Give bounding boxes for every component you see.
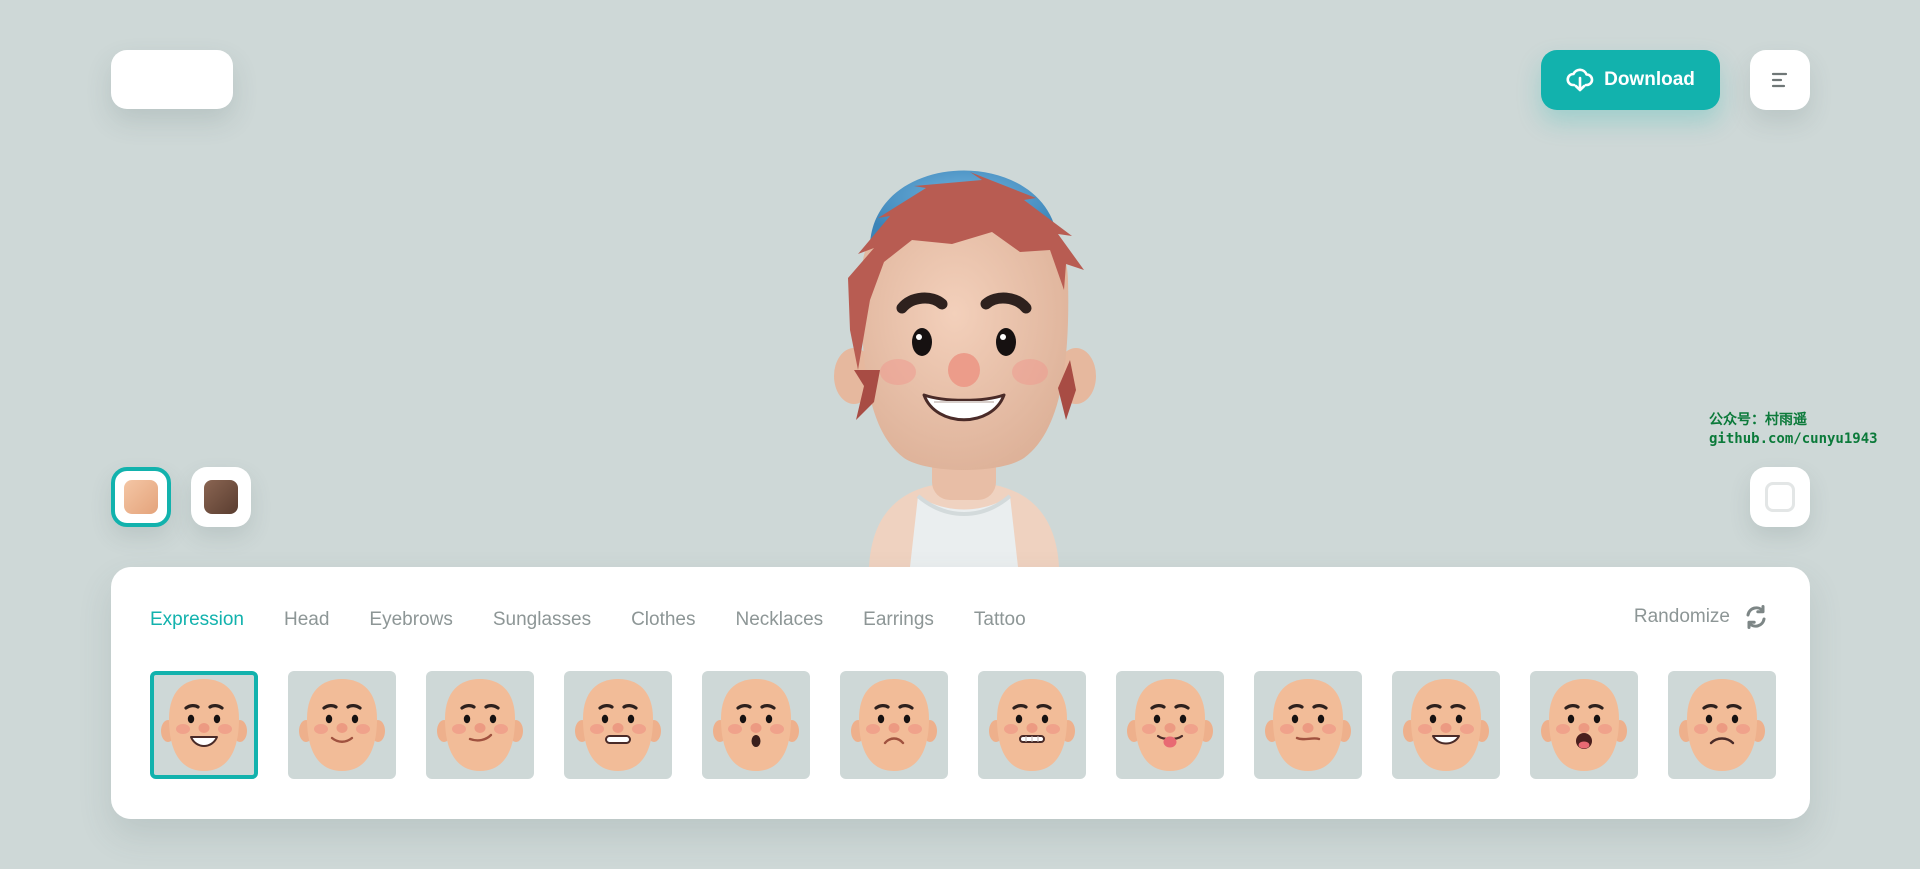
face-thumbnail	[1541, 679, 1627, 771]
face-thumbnail	[575, 679, 661, 771]
customization-panel: Expression Head Eyebrows Sunglasses Clot…	[111, 567, 1810, 819]
refresh-icon	[1746, 605, 1766, 629]
skin-tone-dark[interactable]	[191, 467, 251, 527]
background-chip	[1765, 482, 1795, 512]
expression-option-frown[interactable]	[1668, 671, 1776, 779]
expression-option-grimace[interactable]	[564, 671, 672, 779]
download-button[interactable]: Download	[1541, 50, 1720, 110]
expression-option-sad[interactable]	[840, 671, 948, 779]
tab-eyebrows[interactable]: Eyebrows	[369, 609, 452, 631]
face-thumbnail	[161, 679, 247, 771]
face-thumbnail	[851, 679, 937, 771]
avatar-preview	[814, 140, 1114, 567]
tab-necklaces[interactable]: Necklaces	[736, 609, 824, 631]
cloud-download-icon	[1566, 68, 1594, 92]
tab-head[interactable]: Head	[284, 609, 329, 631]
menu-button[interactable]	[1750, 50, 1810, 110]
expression-option-grin[interactable]	[1392, 671, 1500, 779]
logo-placeholder[interactable]	[111, 50, 233, 109]
face-thumbnail	[1127, 679, 1213, 771]
expression-option-gentle-smile[interactable]	[288, 671, 396, 779]
tab-sunglasses[interactable]: Sunglasses	[493, 609, 591, 631]
expression-option-tongue-out[interactable]	[1116, 671, 1224, 779]
menu-lines-icon	[1771, 72, 1788, 88]
face-thumbnail	[1265, 679, 1351, 771]
download-label: Download	[1604, 69, 1695, 90]
tab-expression[interactable]: Expression	[150, 609, 244, 631]
skin-tone-light[interactable]	[111, 467, 171, 527]
tab-clothes[interactable]: Clothes	[631, 609, 695, 631]
expression-options	[150, 671, 1776, 779]
expression-option-shouting[interactable]	[1530, 671, 1638, 779]
expression-option-surprised[interactable]	[702, 671, 810, 779]
face-thumbnail	[1403, 679, 1489, 771]
background-color-button[interactable]	[1750, 467, 1810, 527]
watermark: 公众号：村雨遥 github.com/cunyu1943	[1709, 411, 1878, 449]
skin-chip-dark	[204, 480, 238, 514]
watermark-line-1: 公众号：村雨遥	[1709, 412, 1807, 428]
tab-tattoo[interactable]: Tattoo	[974, 609, 1026, 631]
face-thumbnail	[437, 679, 523, 771]
expression-option-teeth-clenched[interactable]	[978, 671, 1086, 779]
randomize-label: Randomize	[1633, 606, 1730, 627]
expression-option-big-smile[interactable]	[150, 671, 258, 779]
category-tabs: Expression Head Eyebrows Sunglasses Clot…	[150, 609, 1026, 631]
expression-option-wry[interactable]	[1254, 671, 1362, 779]
face-thumbnail	[713, 679, 799, 771]
face-thumbnail	[299, 679, 385, 771]
skin-chip-light	[124, 480, 158, 514]
face-thumbnail	[1679, 679, 1765, 771]
expression-option-smirk[interactable]	[426, 671, 534, 779]
face-thumbnail	[989, 679, 1075, 771]
tab-earrings[interactable]: Earrings	[863, 609, 934, 631]
watermark-line-2: github.com/cunyu1943	[1709, 431, 1878, 447]
randomize-button[interactable]: Randomize	[1634, 603, 1770, 631]
